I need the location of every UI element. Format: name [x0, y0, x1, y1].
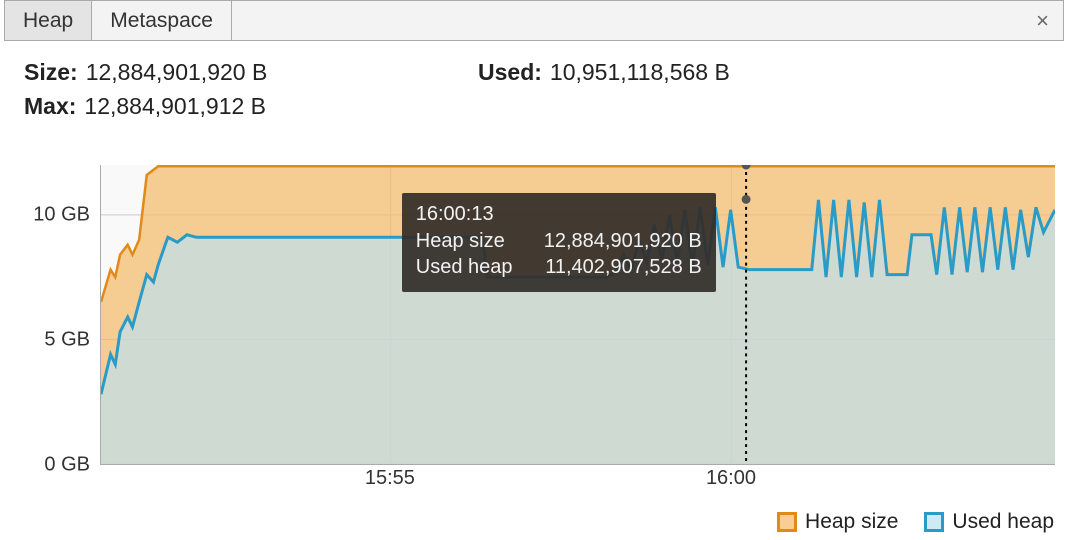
tooltip-heap-label: Heap size	[416, 228, 536, 254]
tooltip-used-value: 11,402,907,528 B	[544, 254, 702, 280]
y-tick-5: 5 GB	[44, 329, 90, 352]
used-value: 10,951,118,568 B	[550, 55, 730, 89]
legend-used-label: Used heap	[952, 510, 1054, 534]
plot-area[interactable]: 16:00:13 Heap size 12,884,901,920 B Used…	[100, 165, 1055, 465]
tooltip-heap-value: 12,884,901,920 B	[544, 228, 702, 254]
memory-stats: Size: 12,884,901,920 B Used: 10,951,118,…	[0, 41, 1068, 125]
close-icon[interactable]: ×	[1022, 1, 1063, 40]
x-axis: 15:55 16:00	[100, 467, 1055, 495]
memory-chart[interactable]: 0 GB 5 GB 10 GB	[22, 165, 1057, 475]
y-axis: 0 GB 5 GB 10 GB	[22, 165, 96, 465]
tooltip-time: 16:00:13	[416, 203, 702, 226]
tab-metaspace[interactable]: Metaspace	[92, 1, 232, 40]
size-value: 12,884,901,920 B	[86, 55, 268, 89]
x-tick-1600: 16:00	[706, 467, 756, 490]
used-swatch-icon	[924, 512, 944, 532]
x-tick-1555: 15:55	[365, 467, 415, 490]
y-tick-10: 10 GB	[33, 204, 90, 227]
legend-heap-size[interactable]: Heap size	[777, 510, 898, 534]
heap-swatch-icon	[777, 512, 797, 532]
chart-tooltip: 16:00:13 Heap size 12,884,901,920 B Used…	[402, 193, 716, 292]
size-label: Size:	[24, 55, 78, 89]
y-tick-0: 0 GB	[44, 454, 90, 477]
tooltip-used-label: Used heap	[416, 254, 536, 280]
legend-used-heap[interactable]: Used heap	[924, 510, 1054, 534]
max-value: 12,884,901,912 B	[84, 89, 266, 123]
tab-bar: Heap Metaspace ×	[4, 0, 1064, 41]
legend-heap-label: Heap size	[805, 510, 898, 534]
used-label: Used:	[478, 55, 542, 89]
chart-legend: Heap size Used heap	[0, 510, 1054, 534]
tab-heap[interactable]: Heap	[5, 1, 92, 40]
max-label: Max:	[24, 89, 76, 123]
